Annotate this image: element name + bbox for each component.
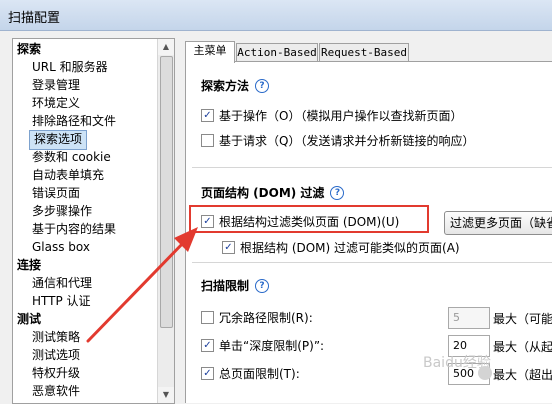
option-request-based[interactable]: 基于请求（Q）（发送请求并分析新链接的响应）: [201, 133, 474, 149]
tree-item-url-server[interactable]: URL 和服务器: [32, 58, 108, 76]
option-action-based-label: 基于操作（O）（模拟用户操作以查找新页面）: [219, 109, 463, 123]
option-filter-possible-dom-label: 根据结构 (DOM) 过滤可能类似的页面(A): [240, 241, 460, 255]
section-divider: [192, 167, 552, 168]
tree-category-explore[interactable]: 探索: [17, 40, 41, 58]
checkbox-unchecked-icon[interactable]: [201, 134, 214, 147]
tree-item-malware[interactable]: 恶意软件: [32, 382, 80, 400]
total-pages-note: 最大（超出: [493, 368, 552, 382]
checkbox-checked-icon[interactable]: ✓: [201, 339, 214, 352]
tree-item-params-cookie[interactable]: 参数和 cookie: [32, 148, 111, 166]
help-icon[interactable]: ?: [330, 185, 345, 200]
redundant-path-note: 最大（可能: [493, 312, 552, 326]
limit-total-pages[interactable]: ✓ 总页面限制(T):: [201, 366, 300, 382]
sidebar-tree[interactable]: 探索 URL 和服务器 登录管理 环境定义 排除路径和文件 探索选项 参数和 c…: [12, 38, 175, 404]
scan-limits-title: 扫描限制: [201, 279, 250, 293]
tree-item-test-policy[interactable]: 测试策略: [32, 328, 80, 346]
title-bar: 扫描配置: [0, 0, 552, 31]
explore-method-title: 探索方法: [201, 79, 250, 93]
tree-item-login-management[interactable]: 登录管理: [32, 76, 80, 94]
tree-item-comm-proxy[interactable]: 通信和代理: [32, 274, 92, 292]
section-divider: [192, 262, 552, 263]
scroll-down-icon[interactable]: ▼: [158, 387, 174, 403]
option-action-based[interactable]: ✓ 基于操作（O）（模拟用户操作以查找新页面）: [201, 108, 462, 124]
scrollbar-thumb[interactable]: [160, 56, 173, 328]
checkbox-unchecked-icon[interactable]: [201, 311, 214, 324]
tree-item-explore-options[interactable]: 探索选项: [29, 130, 88, 150]
explore-method-section: 探索方法?: [201, 77, 270, 94]
redundant-path-input[interactable]: 5: [448, 307, 490, 329]
dom-filter-section: 页面结构 (DOM) 过滤?: [201, 184, 345, 201]
checkbox-checked-icon[interactable]: ✓: [201, 109, 214, 122]
tree-item-error-pages[interactable]: 错误页面: [32, 184, 80, 202]
checkbox-checked-icon[interactable]: ✓: [201, 367, 214, 380]
tree-item-glass-box[interactable]: Glass box: [32, 238, 90, 256]
tab-main-menu[interactable]: 主菜单: [185, 41, 235, 63]
tree-item-exclude-paths[interactable]: 排除路径和文件: [32, 112, 116, 130]
scan-limits-section: 扫描限制?: [201, 277, 270, 294]
sidebar-scrollbar[interactable]: ▲ ▼: [157, 39, 174, 403]
limit-redundant-path[interactable]: 冗余路径限制(R):: [201, 310, 313, 326]
baidu-paw-icon: [478, 366, 492, 380]
tab-action-based[interactable]: Action-Based: [236, 43, 318, 62]
option-filter-possible-dom[interactable]: ✓ 根据结构 (DOM) 过滤可能类似的页面(A): [222, 240, 460, 256]
tree-item-environment[interactable]: 环境定义: [32, 94, 80, 112]
tree-category-test[interactable]: 测试: [17, 310, 41, 328]
dom-filter-title: 页面结构 (DOM) 过滤: [201, 186, 325, 200]
limit-redundant-path-label: 冗余路径限制(R):: [219, 311, 313, 325]
tab-request-based[interactable]: Request-Based: [319, 43, 409, 62]
tree-item-multistep[interactable]: 多步骤操作: [32, 202, 92, 220]
checkbox-checked-icon[interactable]: ✓: [222, 241, 235, 254]
filter-more-pages-button[interactable]: 过滤更多页面（缺省: [444, 211, 552, 235]
tree-item-test-options[interactable]: 测试选项: [32, 346, 80, 364]
tree-item-privilege-escalation[interactable]: 特权升级: [32, 364, 80, 382]
scroll-up-icon[interactable]: ▲: [158, 39, 174, 55]
tree-category-connection[interactable]: 连接: [17, 256, 41, 274]
tree-item-http-auth[interactable]: HTTP 认证: [32, 292, 91, 310]
limit-click-depth[interactable]: ✓ 单击“深度限制(P)”:: [201, 338, 324, 354]
click-depth-note: 最大（从起: [493, 340, 552, 354]
tree-item-content-results[interactable]: 基于内容的结果: [32, 220, 116, 238]
window-title: 扫描配置: [8, 11, 61, 26]
limit-click-depth-label: 单击“深度限制(P)”:: [219, 339, 325, 353]
annotation-highlight-box: [189, 205, 429, 233]
help-icon[interactable]: ?: [255, 78, 270, 93]
limit-total-pages-label: 总页面限制(T):: [219, 367, 300, 381]
help-icon[interactable]: ?: [255, 278, 270, 293]
tree-item-auto-form-fill[interactable]: 自动表单填充: [32, 166, 104, 184]
option-request-based-label: 基于请求（Q）（发送请求并分析新链接的响应）: [219, 134, 475, 148]
